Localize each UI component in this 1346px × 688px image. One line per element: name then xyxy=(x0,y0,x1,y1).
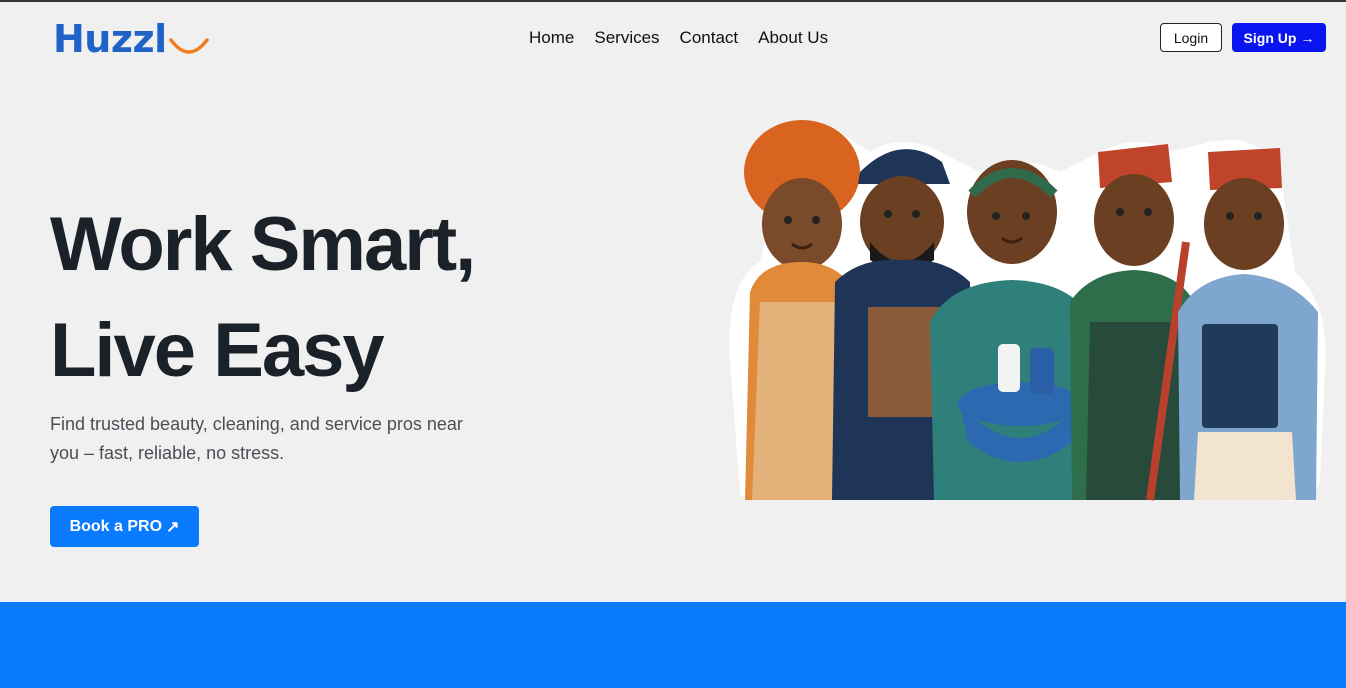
main-nav: Home Services Contact About Us xyxy=(529,28,828,48)
service-workers-illustration xyxy=(729,120,1326,501)
blue-section-band xyxy=(0,602,1346,688)
nav-services[interactable]: Services xyxy=(594,28,659,48)
book-a-pro-label: Book a PRO xyxy=(69,517,163,535)
brand-name: Huzzl xyxy=(53,17,167,61)
book-a-pro-button[interactable]: Book a PRO ↗ xyxy=(50,506,199,547)
hero-title-line-1: Work Smart, xyxy=(50,202,476,287)
brand-logo[interactable]: Huzzl xyxy=(53,16,210,62)
hero-subtitle: Find trusted beauty, cleaning, and servi… xyxy=(50,414,463,463)
nav-contact[interactable]: Contact xyxy=(680,28,739,48)
login-button[interactable]: Login xyxy=(1160,23,1222,52)
sign-up-label: Sign Up xyxy=(1243,29,1297,46)
sign-up-button[interactable]: Sign Up → xyxy=(1232,23,1326,52)
site-header: Huzzl Home Services Contact About Us Log… xyxy=(0,2,1346,74)
smile-icon xyxy=(168,38,209,54)
login-label: Login xyxy=(1173,29,1209,46)
hero-title: Work Smart, Live Easy xyxy=(50,192,610,404)
arrow-up-right-icon: ↗ xyxy=(166,518,180,536)
hero-title-line-2: Live Easy xyxy=(50,308,385,393)
arrow-right-icon: → xyxy=(1300,29,1315,46)
nav-home[interactable]: Home xyxy=(529,28,574,48)
nav-about-us[interactable]: About Us xyxy=(758,28,828,48)
